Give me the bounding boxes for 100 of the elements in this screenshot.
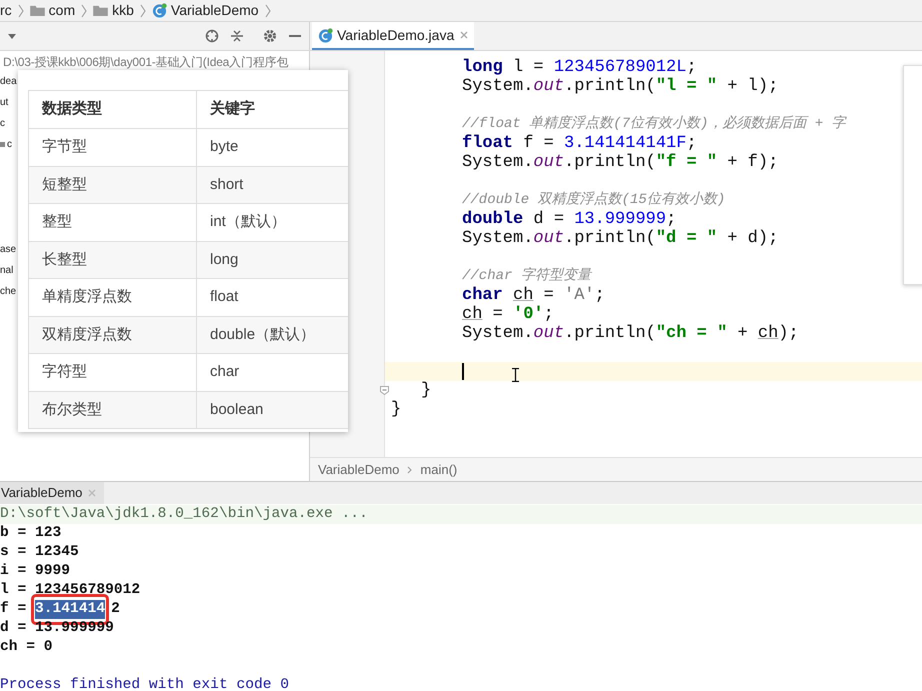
code-token: 13.999999: [574, 210, 666, 229]
console-text: f =: [0, 600, 28, 619]
code-token: "d = ": [656, 229, 718, 248]
table-cell-text: boolean: [209, 400, 264, 420]
text-cursor-icon: [512, 368, 519, 382]
table-cell: 字节型: [29, 129, 197, 166]
breadcrumb-item[interactable]: kkb: [112, 0, 134, 21]
tree-item[interactable]: ase: [0, 242, 16, 257]
code-token: +: [736, 324, 749, 343]
code-token: =: [542, 286, 555, 305]
tree-item[interactable]: c: [0, 116, 5, 131]
code-token: 3.141414141F: [564, 134, 686, 153]
table-cell-text: byte: [209, 137, 240, 157]
table-cell: 长整型: [29, 242, 197, 278]
code-token: System.: [462, 324, 534, 343]
code-token: ;: [594, 286, 605, 305]
console-text: i = 9999: [0, 562, 70, 581]
text-caret: [462, 363, 464, 380]
column-header: 关键字: [208, 99, 256, 120]
code-token: l =: [512, 58, 545, 77]
run-tab[interactable]: VariableDemo: [0, 482, 104, 504]
folder-icon: [0, 142, 5, 147]
table-cell-text: long: [209, 250, 240, 270]
code-token: "ch = ": [656, 324, 728, 343]
code-token: //char 字符型变量: [462, 267, 591, 286]
collapse-icon[interactable]: [231, 29, 243, 43]
selected-text: 3.141414: [35, 600, 106, 619]
table-cell-text: char: [209, 362, 240, 382]
code-token: );: [778, 324, 799, 343]
tree-item[interactable]: ut: [0, 95, 8, 110]
code-token: out: [533, 77, 564, 96]
code-token: ch: [758, 324, 778, 343]
folder-icon: [30, 5, 45, 16]
close-icon: [88, 489, 96, 497]
code-token: .println(: [564, 229, 656, 248]
code-token: .println(: [564, 77, 656, 96]
code-token: System.: [462, 229, 534, 248]
class-icon: [318, 28, 333, 42]
code-token: + l);: [726, 77, 778, 96]
code-token: .println(: [564, 324, 656, 343]
code-token: =: [492, 305, 504, 324]
code-token: System.: [462, 153, 534, 172]
console-text: Process finished with exit code 0: [0, 676, 290, 691]
chevron-icon: [18, 4, 24, 18]
tree-item[interactable]: c: [7, 137, 12, 152]
console-text: s = 12345: [0, 543, 79, 562]
table-cell-text: double（默认）: [209, 324, 316, 344]
table-cell: 整型: [29, 204, 197, 240]
chevron-icon: [81, 4, 88, 18]
code-token: ;: [666, 210, 676, 229]
column-header: 数据类型: [29, 91, 197, 128]
code-token: ch: [462, 305, 482, 324]
code-token: 123456789012L: [554, 58, 686, 77]
code-token: "f = ": [656, 153, 718, 172]
table-cell: 双精度浮点数: [29, 316, 197, 353]
breadcrumb-item[interactable]: main(): [420, 460, 458, 480]
code-token: }: [421, 381, 432, 400]
code-token: '0': [513, 305, 544, 324]
code-token: + f);: [726, 153, 778, 172]
breadcrumb-item[interactable]: com: [48, 0, 76, 21]
code-token: //double 双精度浮点数(15位有效小数): [462, 191, 726, 210]
breadcrumb-item[interactable]: VariableDemo: [318, 460, 400, 480]
code-token: }: [391, 400, 402, 419]
code-token: 'A': [564, 286, 595, 305]
code-token: ch: [513, 286, 534, 305]
code-token: .println(: [564, 153, 656, 172]
code-token: d =: [532, 210, 566, 229]
table-cell: 单精度浮点数: [29, 279, 197, 316]
tree-item[interactable]: nal: [0, 263, 14, 278]
chevron-icon: [407, 466, 412, 474]
tree-item[interactable]: che: [0, 284, 16, 299]
close-icon: [460, 31, 468, 39]
dropdown-caret-icon[interactable]: [8, 34, 16, 38]
code-token: ;: [686, 134, 697, 153]
chevron-icon: [140, 4, 146, 18]
table-cell-text: short: [209, 174, 244, 194]
code-token: ;: [544, 305, 554, 324]
target-icon[interactable]: [205, 29, 219, 43]
breadcrumb-item[interactable]: rc: [0, 0, 12, 21]
tree-item[interactable]: dea: [0, 74, 17, 89]
table-cell: 短整型: [29, 166, 197, 203]
folder-icon: [93, 5, 108, 16]
code-token: "l = ": [656, 77, 718, 96]
code-token: out: [533, 153, 564, 172]
breadcrumb-item[interactable]: VariableDemo: [170, 0, 259, 21]
code-token: System.: [462, 77, 534, 96]
chevron-icon: [264, 4, 271, 18]
console-text: b = 123: [0, 524, 62, 543]
table-cell-text: float: [209, 287, 240, 307]
editor-tab[interactable]: VariableDemo.java: [312, 22, 474, 50]
table-cell-text: int（默认）: [209, 212, 287, 232]
console-text: l = 123456789012: [0, 581, 140, 600]
class-icon: [152, 3, 167, 18]
code-token: float: [462, 134, 514, 153]
code-token: double: [462, 210, 524, 229]
code-token: //float 单精度浮点数(7位有效小数)，必须数据后面 + 字: [462, 115, 846, 134]
console-text: 2: [111, 600, 120, 619]
settings-icon[interactable]: [263, 29, 277, 43]
code-token: ;: [686, 58, 697, 77]
project-path: D:\03-授课kkb\006期\day001-基础入门(Idea入门程序包: [3, 54, 288, 71]
